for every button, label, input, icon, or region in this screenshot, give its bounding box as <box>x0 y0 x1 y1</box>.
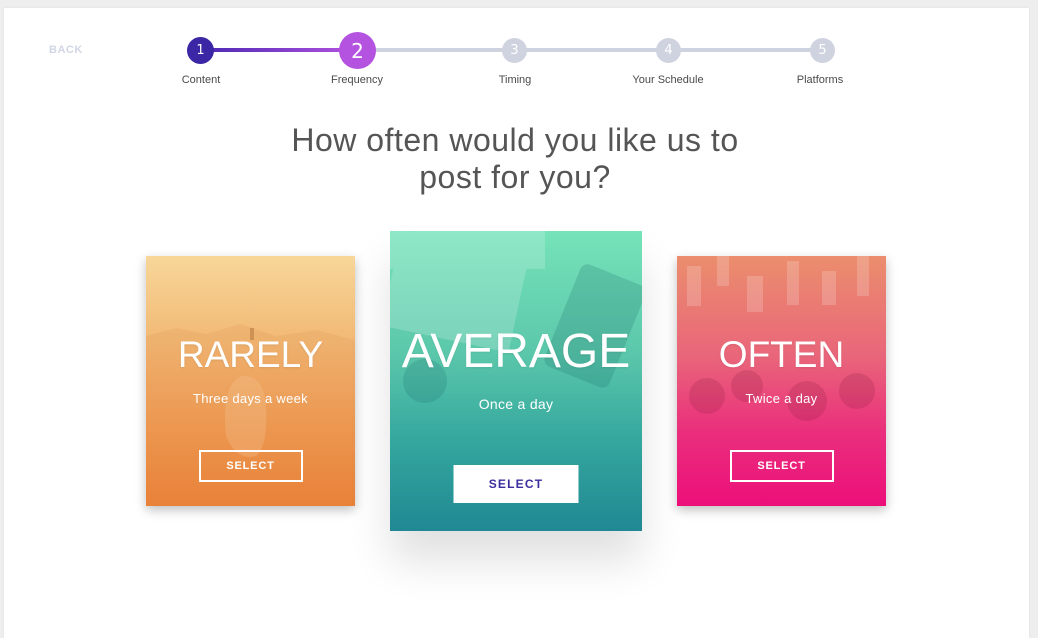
option-subtitle-rarely: Three days a week <box>193 391 308 406</box>
option-card-average[interactable]: AVERAGE Once a day SELECT <box>390 231 642 531</box>
step-5-number: 5 <box>818 43 827 58</box>
step-4-label: Your Schedule <box>632 74 704 86</box>
step-1-number: 1 <box>196 43 205 58</box>
option-card-rarely[interactable]: RARELY Three days a week SELECT <box>146 256 355 506</box>
page-question: How often would you like us to post for … <box>0 122 1030 196</box>
step-1-circle[interactable]: 1 <box>187 37 214 64</box>
stepper-progress-pending <box>357 48 823 52</box>
step-4-number: 4 <box>664 43 673 58</box>
step-3-label: Timing <box>498 74 532 86</box>
option-card-often[interactable]: OFTEN Twice a day SELECT <box>677 256 886 506</box>
step-3-circle[interactable]: 3 <box>502 38 527 63</box>
step-5-label: Platforms <box>796 74 844 86</box>
option-title-often: OFTEN <box>718 334 845 375</box>
option-subtitle-average: Once a day <box>478 396 554 412</box>
step-3-number: 3 <box>510 43 519 58</box>
step-2-circle[interactable]: 2 <box>339 32 376 69</box>
step-2-label: Frequency <box>331 74 383 86</box>
select-average-button[interactable]: SELECT <box>453 465 579 503</box>
option-title-rarely: RARELY <box>177 334 324 375</box>
step-4-circle[interactable]: 4 <box>656 38 681 63</box>
step-2-number: 2 <box>351 38 364 63</box>
question-line-2: post for you? <box>419 159 611 195</box>
select-rarely-button[interactable]: SELECT <box>198 450 303 482</box>
select-often-button[interactable]: SELECT <box>729 450 834 482</box>
stepper-progress-complete <box>201 48 357 52</box>
option-subtitle-often: Twice a day <box>745 391 818 406</box>
step-1-label: Content <box>181 74 221 86</box>
step-5-circle[interactable]: 5 <box>810 38 835 63</box>
question-line-1: How often would you like us to <box>291 122 739 158</box>
option-title-average: AVERAGE <box>401 325 631 378</box>
back-link[interactable]: BACK <box>49 44 83 56</box>
